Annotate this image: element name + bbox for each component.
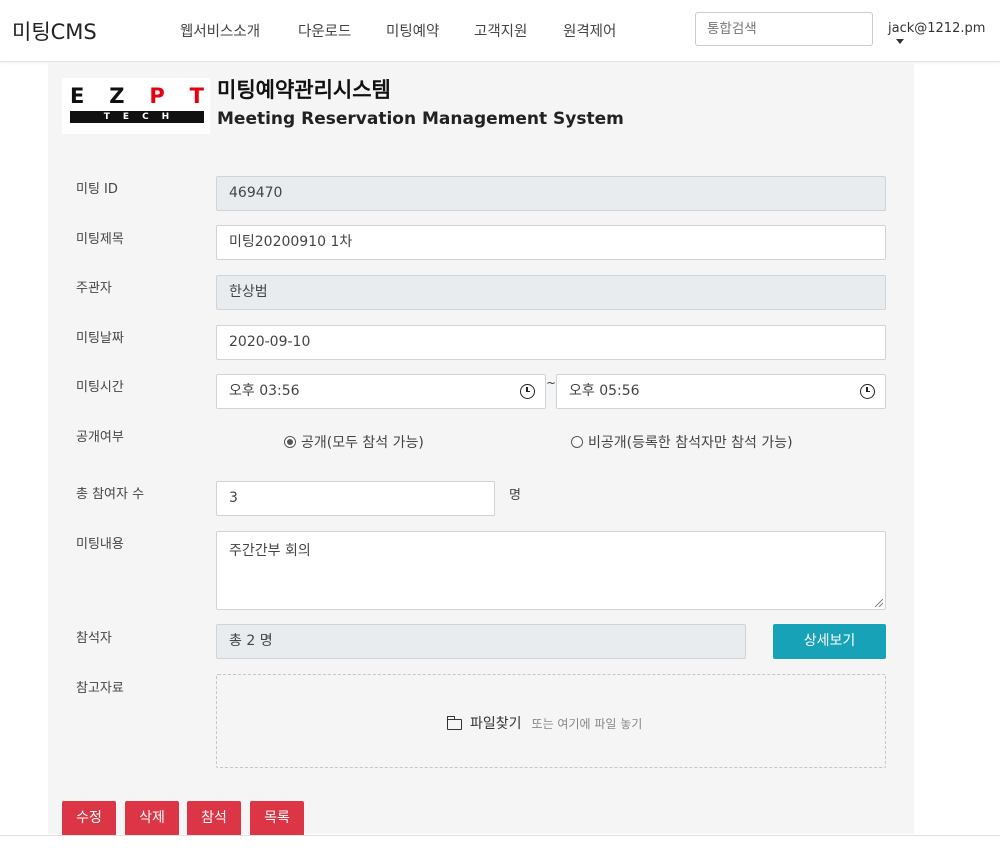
participant-count-input[interactable]: 3 [216,481,495,516]
meeting-date-label: 미팅날짜 [76,331,124,346]
meeting-id-field: 469470 [216,176,886,211]
end-time-value: 오후 05:56 [569,383,640,399]
nav-item-service-intro[interactable]: 웹서비스소개 [180,20,260,41]
logo-letter: Z [109,84,125,108]
time-separator: ~ [546,376,557,390]
meeting-id-label: 미팅 ID [76,182,118,197]
logo-letter: T [189,84,204,108]
end-time-input[interactable]: 오후 05:56 [556,374,886,409]
logo-letter: P [149,84,165,108]
attend-button[interactable]: 참석 [187,801,241,836]
user-menu-dropdown[interactable]: jack@1212.pm [888,21,1000,51]
start-time-value: 오후 03:56 [229,383,300,399]
dropzone-content: 파일찾기 또는 여기에 파일 놓기 [446,713,643,733]
brand-logo[interactable]: 미팅CMS [12,16,97,46]
meeting-content-label: 미팅내용 [76,537,124,552]
start-time-input[interactable]: 오후 03:56 [216,374,546,409]
page-subtitle: Meeting Reservation Management System [217,109,624,129]
logo-letters: E Z P T [70,84,204,108]
top-navbar: 미팅CMS 웹서비스소개 다운로드 미팅예약 고객지원 원격제어 jack@12… [0,0,1000,62]
nav-item-meeting-reservation[interactable]: 미팅예약 [386,20,439,41]
resize-handle-icon[interactable] [875,599,883,607]
nav-item-remote-control[interactable]: 원격제어 [563,20,616,41]
global-search-input[interactable] [695,12,873,46]
logo-letter: E [70,84,85,108]
radio-private[interactable]: 비공개(등록한 참석자만 참석 가능) [571,432,793,452]
attendee-detail-button[interactable]: 상세보기 [773,624,886,659]
file-dropzone[interactable]: 파일찾기 또는 여기에 파일 놓기 [216,674,886,768]
radio-button-icon [284,436,296,448]
attachments-label: 참고자료 [76,681,124,696]
attendees-field: 총 2 명 [216,624,746,659]
meeting-title-label: 미팅제목 [76,232,124,247]
radio-public-label: 공개(모두 참석 가능) [301,435,424,451]
find-file-button[interactable]: 파일찾기 [470,713,522,733]
radio-public[interactable]: 공개(모두 참석 가능) [284,432,424,452]
radio-button-icon [571,436,583,448]
page-bottom-divider [0,835,1000,836]
clock-icon[interactable] [860,384,875,399]
visibility-label: 공개여부 [76,430,124,445]
user-email: jack@1212.pm [888,21,986,36]
nav-item-customer-support[interactable]: 고객지원 [474,20,527,41]
meeting-date-input[interactable]: 2020-09-10 [216,325,886,360]
folder-icon [446,715,462,730]
nav-item-download[interactable]: 다운로드 [298,20,351,41]
meeting-content-textarea[interactable]: 주간간부 회의 [216,531,886,610]
edit-button[interactable]: 수정 [62,801,116,836]
radio-private-label: 비공개(등록한 참석자만 참석 가능) [588,435,793,451]
participant-count-label: 총 참여자 수 [76,487,145,502]
clock-icon[interactable] [520,384,535,399]
dropzone-hint: 또는 여기에 파일 놓기 [531,716,643,731]
host-field: 한상범 [216,275,886,310]
meeting-time-label: 미팅시간 [76,380,124,395]
caret-down-icon [896,39,904,44]
logo-subtext: TECH [70,111,204,123]
company-logo: E Z P T TECH [62,78,210,134]
list-button[interactable]: 목록 [250,801,304,836]
page-title: 미팅예약관리시스템 [217,78,391,102]
host-label: 주관자 [76,281,112,296]
attendees-label: 참석자 [76,631,112,646]
meeting-content-value: 주간간부 회의 [229,543,311,559]
participant-unit: 명 [509,488,521,503]
meeting-title-input[interactable]: 미팅20200910 1차 [216,225,886,260]
delete-button[interactable]: 삭제 [125,801,179,836]
